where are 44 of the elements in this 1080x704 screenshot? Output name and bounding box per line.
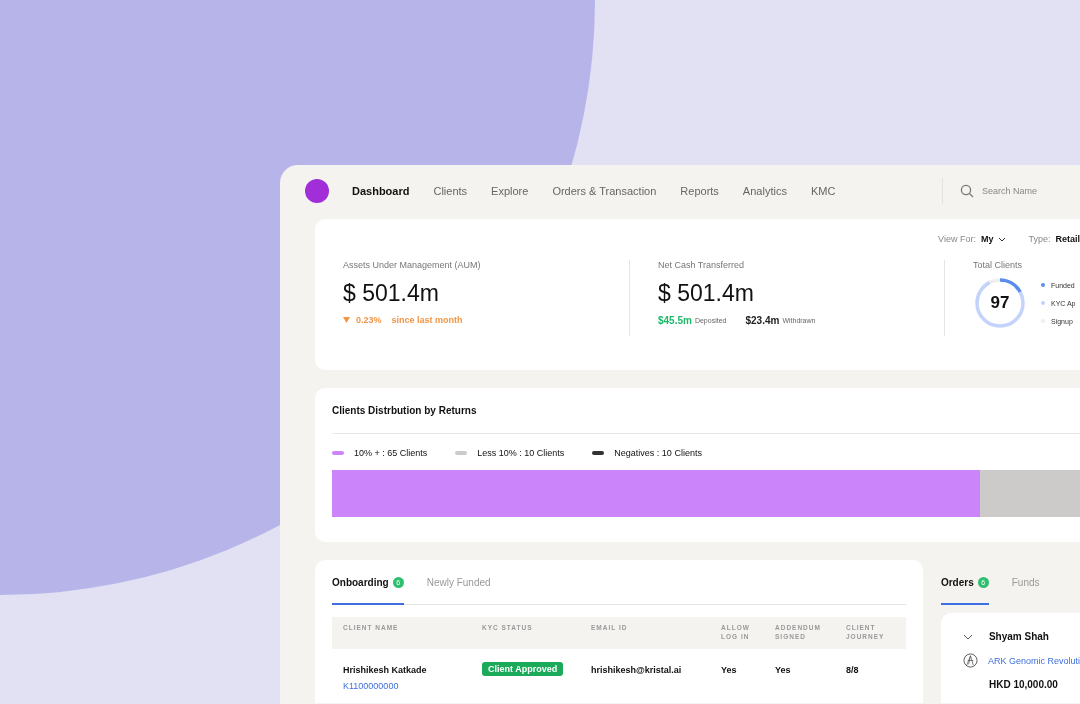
nav-item[interactable]: Explore	[491, 185, 529, 197]
nav-item[interactable]: Analytics	[742, 185, 787, 197]
stat-title: Net Cash Transferred	[658, 260, 746, 270]
stat-title: Total Clients	[973, 260, 1024, 270]
order-amount: HKD 10,000.00	[988, 679, 1058, 690]
table-cell-text: Yes	[721, 665, 738, 675]
client-name: Shyam Shah	[988, 631, 1049, 642]
down-triangle-icon	[343, 317, 350, 323]
filter-label: View For:	[938, 234, 976, 244]
logo-icon	[305, 179, 329, 203]
filter-label: Type:	[1028, 234, 1051, 244]
client-name: Hrishikesh Katkade	[343, 665, 428, 675]
tab[interactable]: Newly Funded	[426, 577, 491, 605]
kyc-status: Client Approved	[482, 662, 564, 676]
chevron-icon	[998, 236, 1007, 242]
legend-label: 10% + : 65 Clients	[354, 448, 428, 458]
legend-label: Less 10% : 10 Clients	[477, 448, 565, 458]
chevron-icon[interactable]	[962, 633, 973, 640]
fund-link[interactable]: ARK Genomic Revoluti	[987, 655, 1080, 666]
email-cell-text: hrishikesh@kristal.ai	[591, 665, 683, 675]
change-note: since last month	[391, 315, 463, 325]
legend-label: Negatives : 10 Clients	[614, 448, 702, 458]
change-value: 0.23%	[356, 315, 382, 325]
filter-value[interactable]: Retail	[1055, 234, 1080, 244]
search-icon	[960, 184, 974, 198]
stat-value: $ 501.4m	[658, 280, 755, 307]
clients-total: 97	[989, 293, 1011, 313]
search-field[interactable]: Search Name	[980, 185, 1080, 197]
nav-item[interactable]: Dashboard	[352, 185, 410, 197]
deposited-amount: $45.5m	[658, 315, 692, 326]
donut-chart-drawing	[973, 276, 1027, 330]
client-id-link[interactable]: K1100000000	[343, 681, 482, 691]
nav-item[interactable]: KMC	[810, 185, 836, 197]
card-title: Clients Distrbution by Returns	[332, 405, 478, 416]
stat-title: Assets Under Management (AUM)	[343, 260, 482, 270]
stat-value: $ 501.4m	[343, 280, 440, 307]
fund-logo-icon	[962, 653, 978, 668]
nav-item[interactable]: Reports	[680, 185, 719, 197]
nav-item[interactable]: Clients	[433, 185, 468, 197]
nav-item[interactable]: Orders & Transaction	[552, 185, 657, 197]
table-cell-text: Yes	[775, 665, 792, 675]
filter-value[interactable]: My	[980, 234, 994, 244]
withdrawn-amount: $23.4m	[745, 315, 780, 326]
table-cell-text: 8/8	[846, 665, 860, 675]
